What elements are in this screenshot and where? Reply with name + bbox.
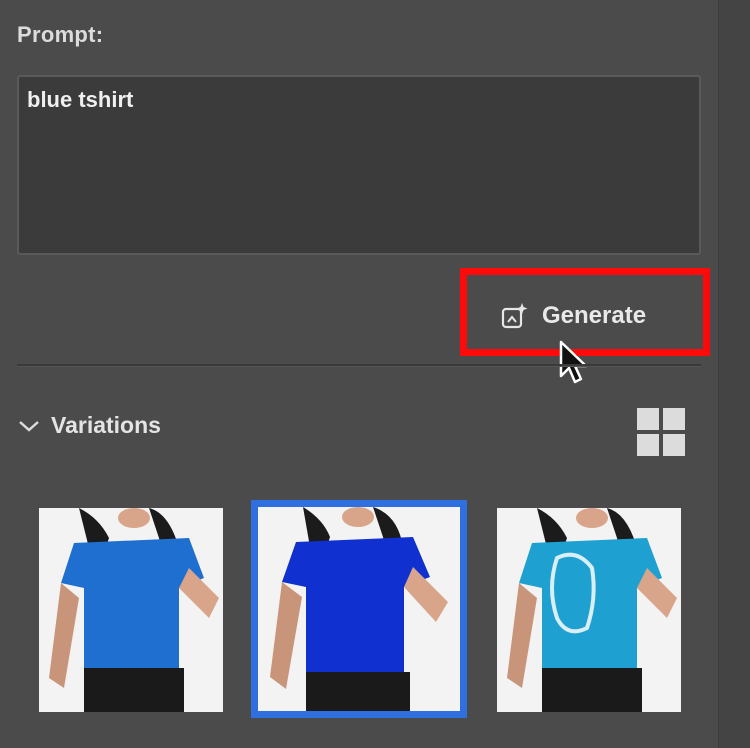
prompt-text: blue tshirt — [27, 87, 134, 112]
variation-thumbnail-1[interactable] — [39, 508, 223, 712]
variation-thumbnail-2[interactable] — [251, 500, 467, 718]
section-divider — [17, 364, 701, 367]
grid-view-icon[interactable] — [637, 408, 685, 456]
generative-fill-panel: Prompt: blue tshirt Generate Variations — [0, 0, 718, 748]
variations-toggle[interactable]: Variations — [17, 412, 161, 439]
variations-title: Variations — [51, 412, 161, 438]
scrollbar-track[interactable] — [718, 0, 750, 748]
prompt-input[interactable]: blue tshirt — [17, 75, 701, 255]
prompt-label: Prompt: — [17, 22, 104, 47]
variation-thumbnail-3[interactable] — [497, 508, 681, 712]
chevron-down-icon — [17, 418, 41, 434]
